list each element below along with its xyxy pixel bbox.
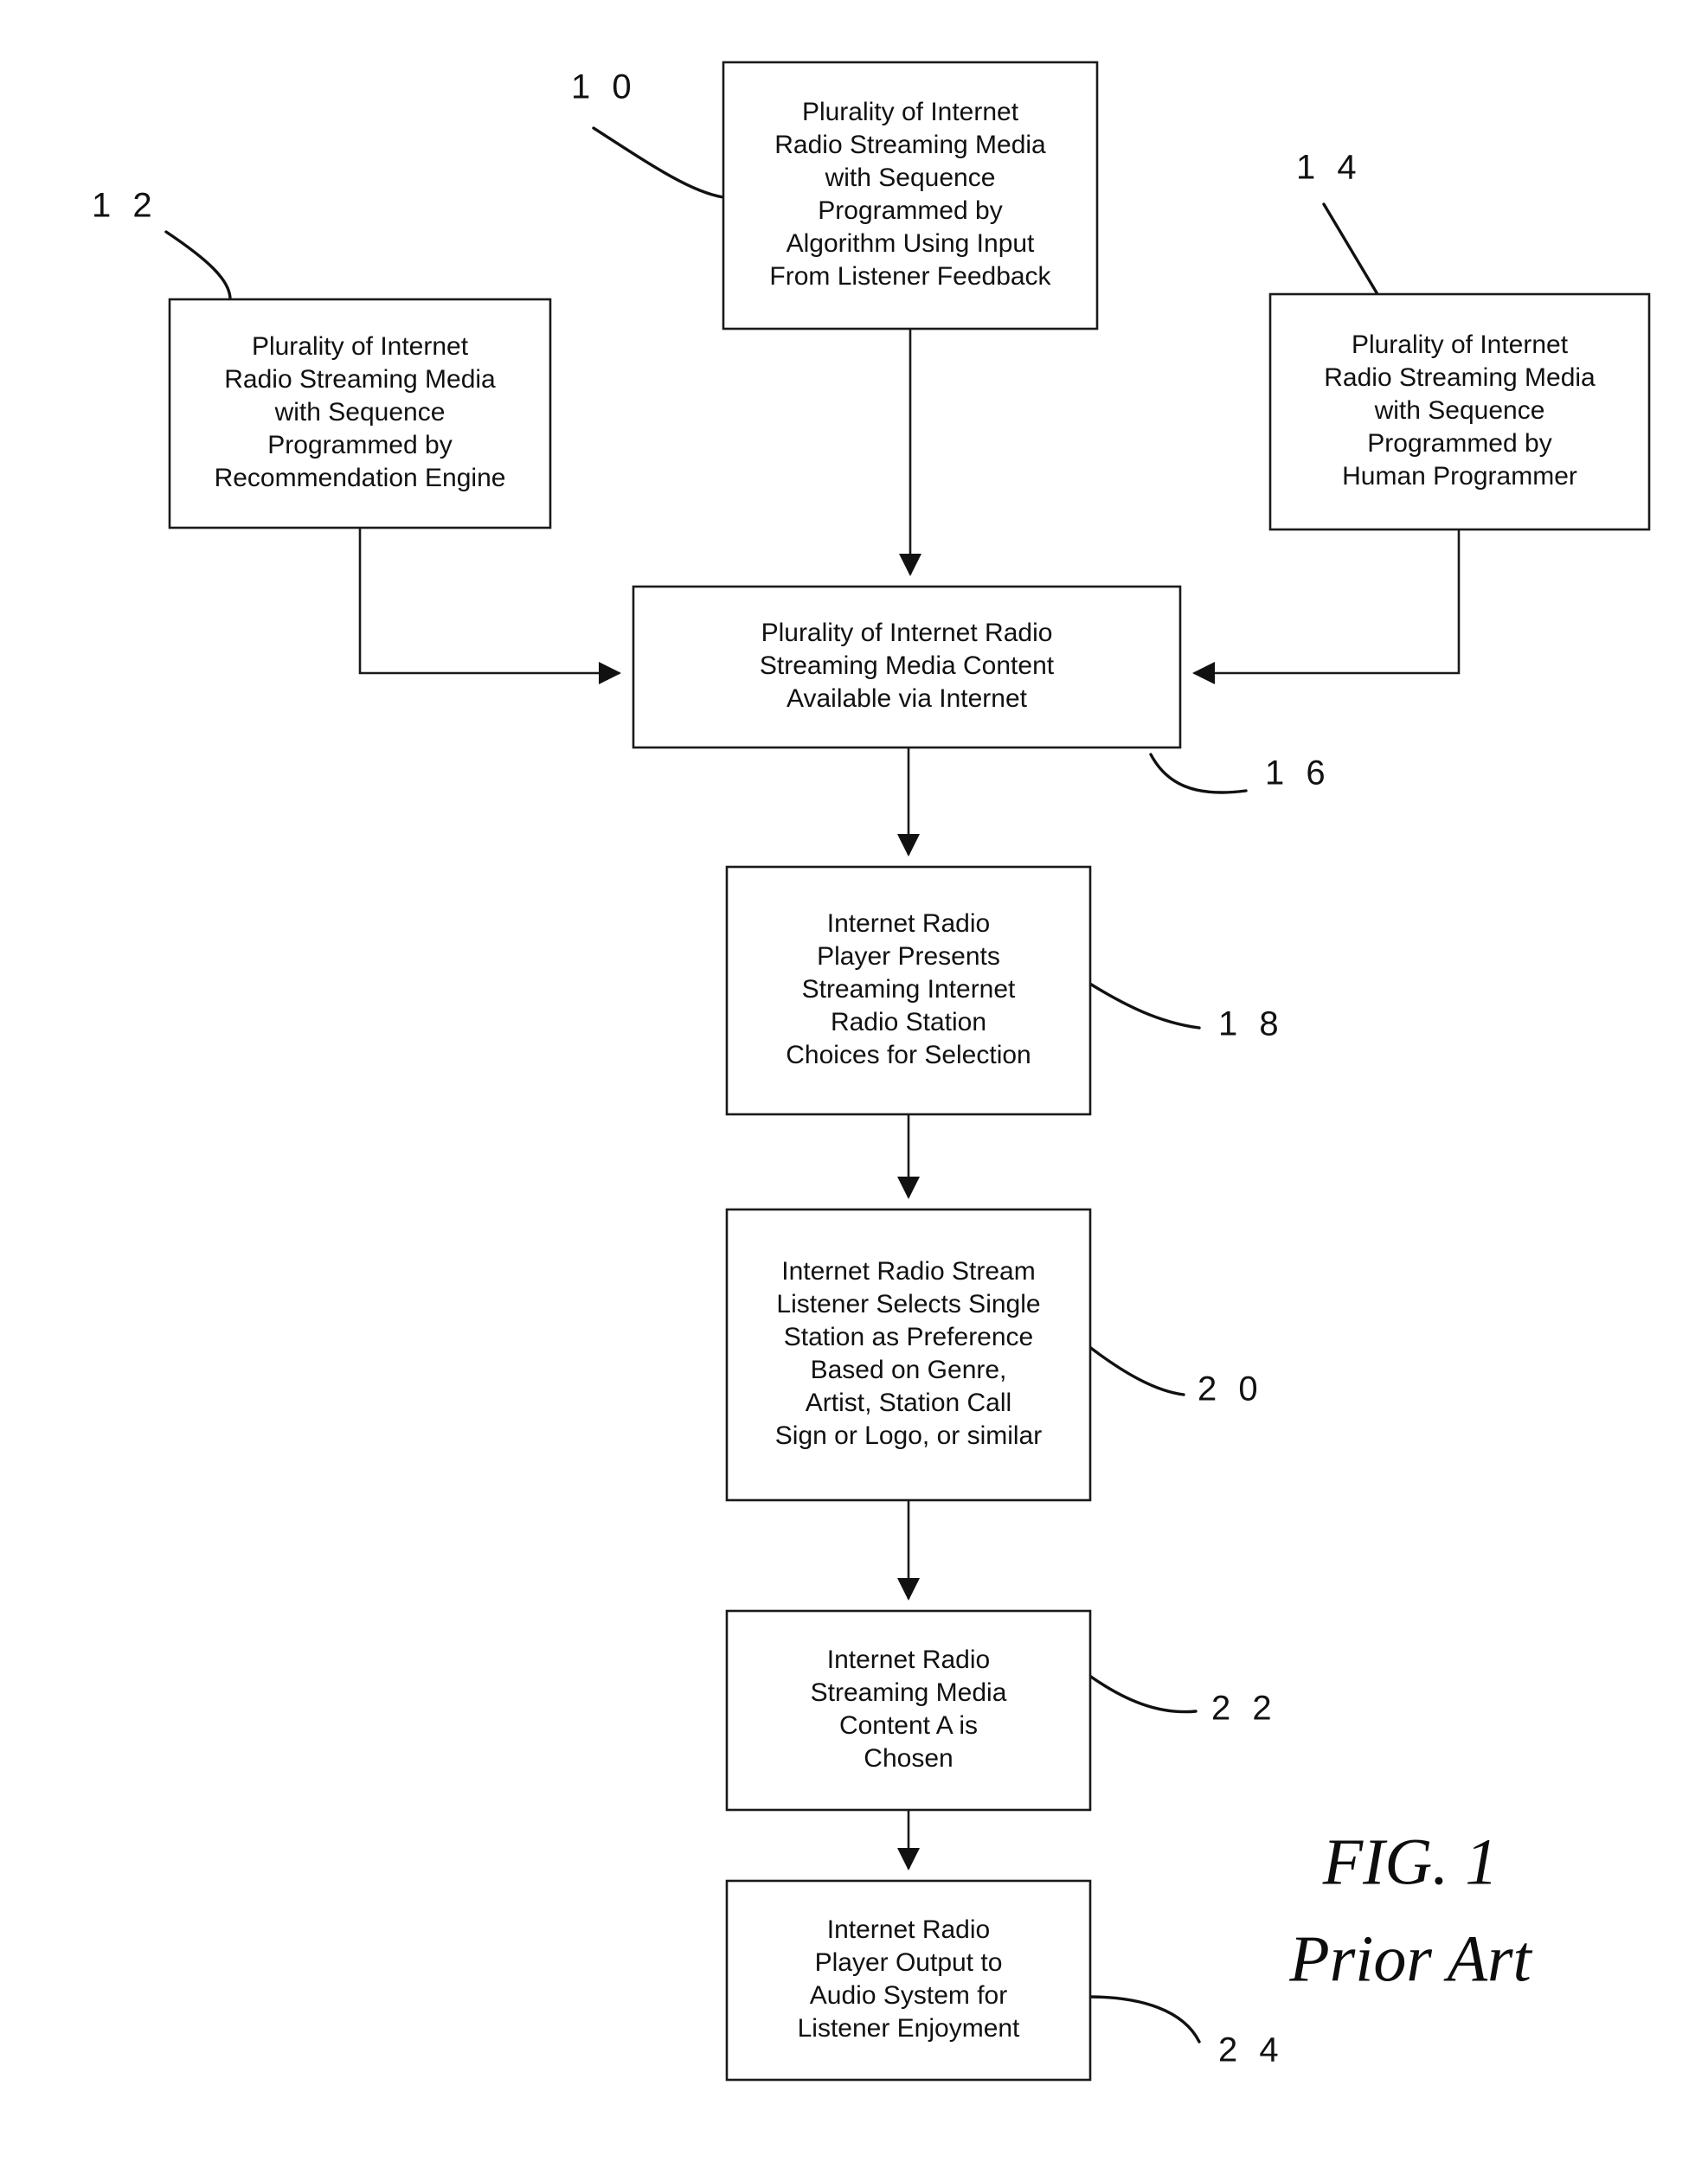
connector-14-to-16	[1194, 529, 1461, 675]
recommendation-engine-source-box: Plurality of Internet Radio Streaming Med…	[168, 298, 552, 529]
recommendation-engine-source-box-line: Programmed by	[267, 431, 452, 459]
arrowhead-into-18	[897, 834, 920, 857]
arrowhead-into-20	[897, 1177, 920, 1199]
player-output-box-line: Internet Radio	[827, 1915, 990, 1944]
algorithm-source-box-line: Programmed by	[818, 196, 1002, 225]
leader-14	[1322, 202, 1379, 296]
human-programmer-source-box-line: Plurality of Internet	[1352, 330, 1569, 359]
leader-10	[592, 126, 725, 199]
recommendation-engine-source-box-line: Plurality of Internet	[252, 332, 469, 361]
human-programmer-source-box-line: with Sequence	[1374, 396, 1545, 425]
leader-22	[1087, 1673, 1198, 1714]
player-presents-choices-box: Internet Radio Player Presents Streaming I…	[725, 865, 1092, 1116]
leader-16	[1149, 753, 1248, 794]
listener-selects-station-box-line: Station as Preference	[784, 1323, 1034, 1351]
arrowhead-into-16-right	[1192, 662, 1215, 684]
arrowhead-into-16-top	[899, 554, 921, 576]
flowchart-svg: Plurality of Internet Radio Streaming Med…	[92, 61, 1651, 2082]
available-content-box: Plurality of Internet Radio Streaming Med…	[632, 585, 1182, 749]
algorithm-source-box-line: From Listener Feedback	[769, 262, 1051, 291]
algorithm-source-box-line: Algorithm Using Input	[787, 229, 1035, 258]
recommendation-engine-source-box-line: Radio Streaming Media	[224, 365, 496, 394]
listener-selects-station-box-line: Based on Genre,	[811, 1356, 1007, 1384]
reference-numeral-16: 1 6	[1265, 754, 1332, 792]
human-programmer-source-box-line: Human Programmer	[1342, 462, 1577, 491]
leader-18	[1087, 981, 1201, 1030]
algorithm-source-box: Plurality of Internet Radio Streaming Med…	[722, 61, 1099, 330]
algorithm-source-box-line: with Sequence	[825, 164, 996, 192]
listener-selects-station-box: Internet Radio Stream Listener Selects Si…	[725, 1208, 1092, 1502]
player-presents-choices-box-line: Internet Radio	[827, 909, 990, 938]
content-chosen-box-line: Streaming Media	[811, 1678, 1007, 1707]
figure-caption-line2: Prior Art	[1288, 1922, 1532, 1995]
player-output-box-line: Audio System for	[810, 1981, 1007, 2010]
connector-12-to-16	[358, 528, 620, 675]
reference-numeral-12: 1 2	[92, 187, 158, 225]
leader-24	[1087, 1995, 1201, 2043]
listener-selects-station-box-line: Internet Radio Stream	[781, 1257, 1035, 1286]
reference-numeral-22: 2 2	[1211, 1690, 1278, 1728]
listener-selects-station-box-line: Sign or Logo, or similar	[775, 1421, 1042, 1450]
player-presents-choices-box-line: Player Presents	[817, 942, 1000, 971]
human-programmer-source-box: Plurality of Internet Radio Streaming Med…	[1268, 292, 1651, 531]
human-programmer-source-box-line: Programmed by	[1367, 429, 1551, 458]
reference-numeral-20: 2 0	[1198, 1370, 1264, 1408]
reference-numeral-24: 2 4	[1218, 2031, 1285, 2069]
player-presents-choices-box-line: Radio Station	[831, 1008, 986, 1036]
figure-caption-line1: FIG. 1	[1322, 1825, 1499, 1898]
content-chosen-box: Internet Radio Streaming Media Content A i…	[725, 1609, 1092, 1812]
arrowhead-into-16-left	[599, 662, 621, 684]
recommendation-engine-source-box-line: with Sequence	[274, 398, 446, 427]
player-output-box-line: Listener Enjoyment	[798, 2014, 1020, 2043]
algorithm-source-box-line: Radio Streaming Media	[774, 131, 1046, 159]
arrowhead-into-22	[897, 1578, 920, 1601]
reference-numeral-14: 1 4	[1296, 149, 1363, 187]
player-presents-choices-box-line: Streaming Internet	[802, 975, 1016, 1004]
leader-20	[1087, 1344, 1185, 1396]
listener-selects-station-box-line: Artist, Station Call	[806, 1389, 1011, 1417]
listener-selects-station-box-line: Listener Selects Single	[776, 1290, 1040, 1318]
reference-numeral-18: 1 8	[1218, 1005, 1285, 1043]
arrowhead-into-24	[897, 1848, 920, 1870]
patent-figure-canvas: Plurality of Internet Radio Streaming Med…	[0, 0, 1708, 2175]
leader-12	[164, 230, 232, 301]
available-content-box-line: Plurality of Internet Radio	[761, 619, 1053, 647]
player-presents-choices-box-line: Choices for Selection	[786, 1041, 1031, 1069]
human-programmer-source-box-line: Radio Streaming Media	[1324, 363, 1596, 392]
player-output-box: Internet Radio Player Output to Audio Syst…	[725, 1879, 1092, 2082]
algorithm-source-box-line: Plurality of Internet	[802, 98, 1019, 126]
available-content-box-line: Streaming Media Content	[760, 651, 1055, 680]
content-chosen-box-line: Content A is	[839, 1711, 978, 1740]
reference-numeral-10: 1 0	[571, 68, 638, 106]
content-chosen-box-line: Chosen	[864, 1744, 953, 1773]
player-output-box-line: Player Output to	[815, 1948, 1003, 1977]
content-chosen-box-line: Internet Radio	[827, 1646, 990, 1674]
available-content-box-line: Available via Internet	[787, 684, 1028, 713]
recommendation-engine-source-box-line: Recommendation Engine	[215, 464, 506, 492]
